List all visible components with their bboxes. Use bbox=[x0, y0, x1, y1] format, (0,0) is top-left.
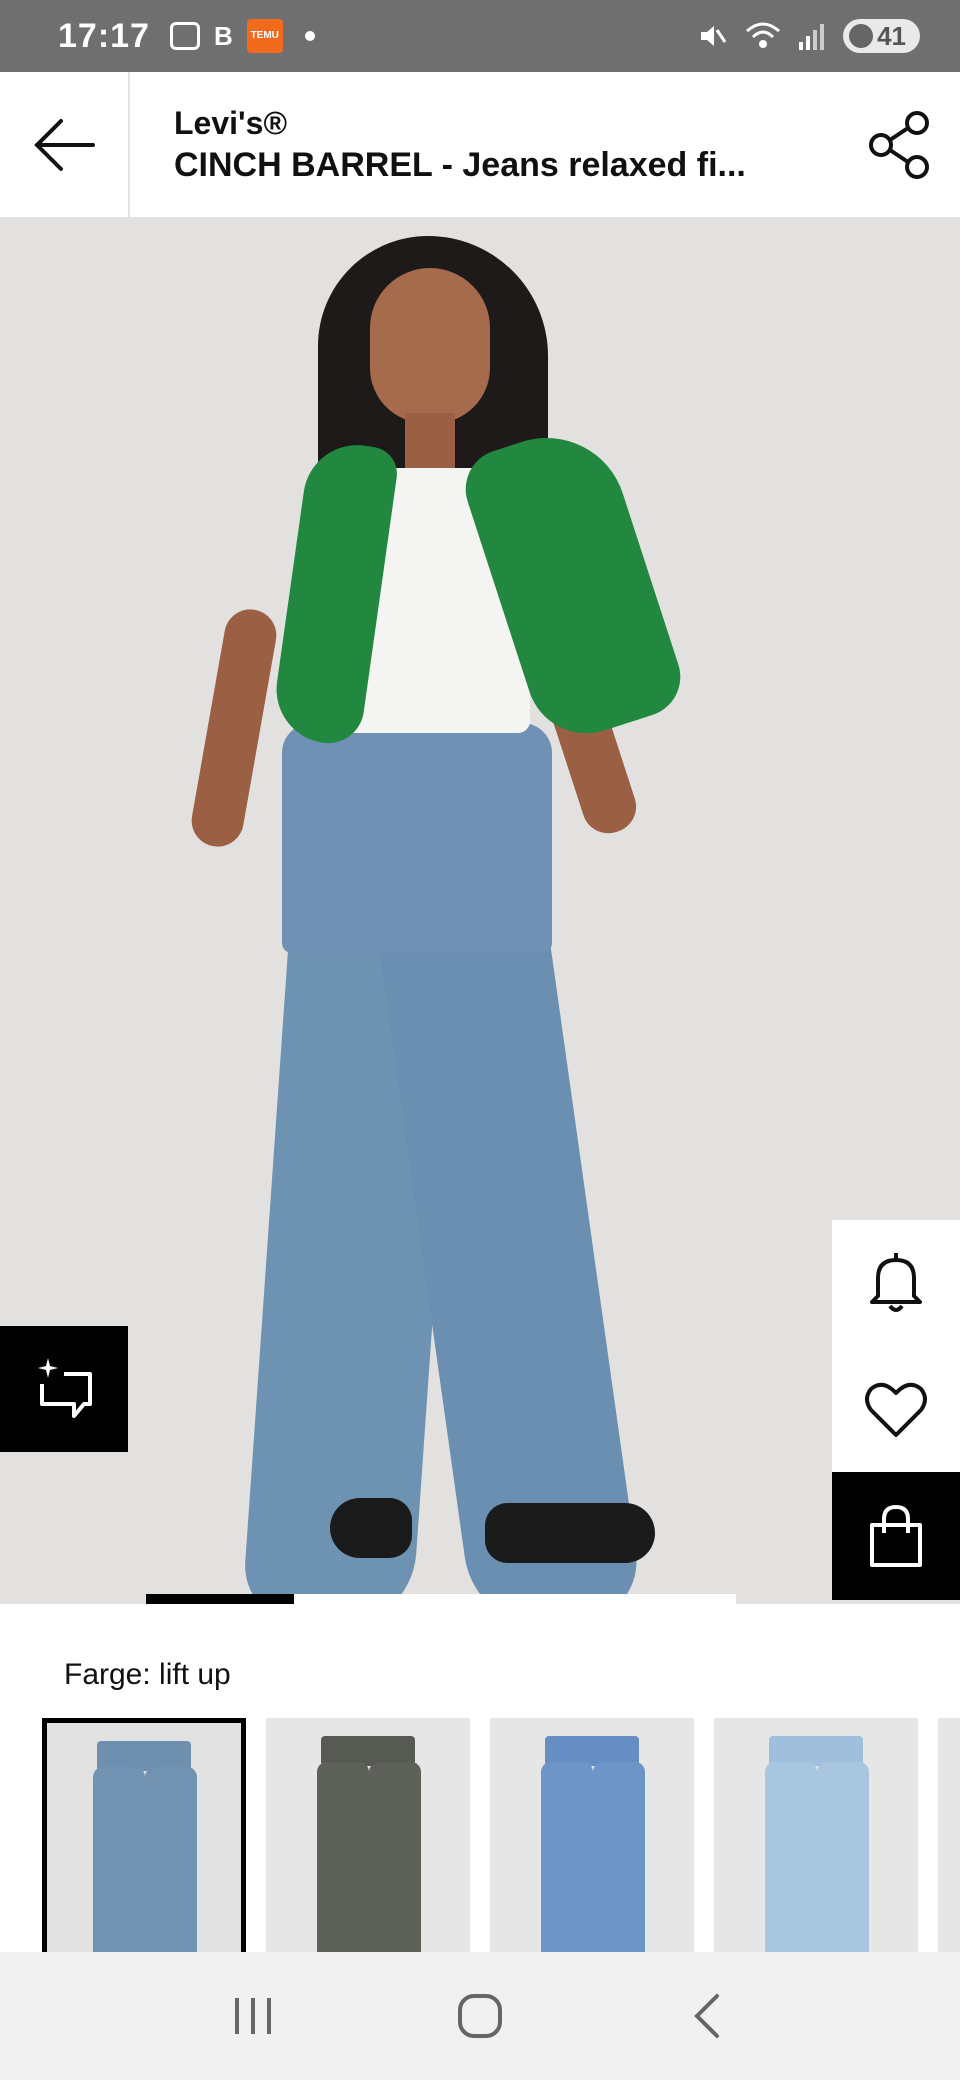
back-icon bbox=[693, 1994, 719, 2038]
swatch-leg bbox=[93, 1767, 145, 1952]
visual-search-button[interactable] bbox=[0, 1326, 128, 1452]
side-actions bbox=[832, 1220, 960, 1600]
system-nav-bar bbox=[0, 1952, 960, 2080]
swatch-leg bbox=[593, 1762, 645, 1952]
swatch-leg bbox=[765, 1762, 817, 1952]
mute-icon bbox=[701, 26, 727, 46]
home-button[interactable] bbox=[435, 1971, 525, 2061]
screenshot-icon bbox=[169, 22, 200, 50]
battery-indicator: 41 bbox=[843, 19, 920, 53]
color-swatch[interactable] bbox=[490, 1718, 694, 1952]
swatch-leg bbox=[541, 1762, 593, 1952]
color-swatch-selected[interactable] bbox=[42, 1718, 246, 1952]
heart-icon bbox=[865, 1382, 927, 1437]
battery-saver-icon bbox=[849, 24, 874, 48]
home-icon bbox=[457, 1994, 502, 2038]
swatch-leg bbox=[317, 1762, 369, 1952]
swatch-jeans-thumbnail bbox=[313, 1736, 423, 1952]
product-image[interactable] bbox=[0, 218, 960, 1604]
status-left-icons: B TEMU bbox=[169, 19, 315, 53]
b-app-icon: B bbox=[213, 20, 233, 51]
recent-apps-button[interactable] bbox=[208, 1971, 298, 2061]
bell-icon bbox=[870, 1253, 922, 1312]
swatch-leg bbox=[145, 1767, 197, 1952]
shopping-bag-icon bbox=[870, 1504, 922, 1567]
swatch-leg bbox=[369, 1762, 421, 1952]
arrow-left-icon bbox=[34, 118, 95, 171]
shoe-right bbox=[485, 1503, 655, 1563]
signal-icon bbox=[799, 24, 825, 50]
status-time: 17:17 bbox=[58, 16, 150, 55]
color-swatch[interactable] bbox=[714, 1718, 918, 1952]
swatch-jeans-thumbnail bbox=[761, 1736, 871, 1952]
color-swatches bbox=[0, 1718, 960, 1952]
battery-level: 41 bbox=[877, 20, 906, 51]
temu-app-icon: TEMU bbox=[246, 19, 283, 53]
gallery-progress-fill bbox=[146, 1594, 294, 1604]
brand-name: Levi's® bbox=[174, 104, 288, 141]
swatch-jeans-thumbnail bbox=[89, 1741, 199, 1952]
wishlist-button[interactable] bbox=[832, 1346, 960, 1472]
nav-back-button[interactable] bbox=[662, 1971, 752, 2061]
sparkle-crop-icon bbox=[38, 1358, 92, 1418]
jeans-waist bbox=[282, 723, 552, 953]
status-bar: 17:17 B TEMU 41 bbox=[0, 0, 960, 72]
wifi-icon bbox=[746, 22, 781, 48]
color-swatch[interactable] bbox=[266, 1718, 470, 1952]
product-title: CINCH BARREL - Jeans relaxed fi... bbox=[174, 145, 746, 184]
share-icon bbox=[869, 110, 929, 179]
recent-apps-icon bbox=[235, 1998, 272, 2034]
back-button[interactable] bbox=[0, 71, 130, 218]
color-label: Farge: lift up bbox=[64, 1658, 231, 1691]
model-neck bbox=[405, 413, 455, 473]
add-to-bag-button[interactable] bbox=[832, 1472, 960, 1600]
share-button[interactable] bbox=[840, 72, 960, 218]
model-face bbox=[370, 268, 490, 423]
notify-button[interactable] bbox=[832, 1220, 960, 1346]
swatch-leg bbox=[817, 1762, 869, 1952]
app-header: Levi's® CINCH BARREL - Jeans relaxed fi.… bbox=[0, 71, 960, 218]
model-arm-left bbox=[187, 605, 281, 851]
color-swatch[interactable] bbox=[938, 1718, 960, 1952]
notification-dot-icon bbox=[304, 31, 315, 41]
shoe-left bbox=[330, 1498, 412, 1558]
title-block: Levi's® CINCH BARREL - Jeans relaxed fi.… bbox=[130, 105, 840, 185]
status-right-icons: 41 bbox=[697, 19, 920, 53]
swatch-jeans-thumbnail bbox=[537, 1736, 647, 1952]
